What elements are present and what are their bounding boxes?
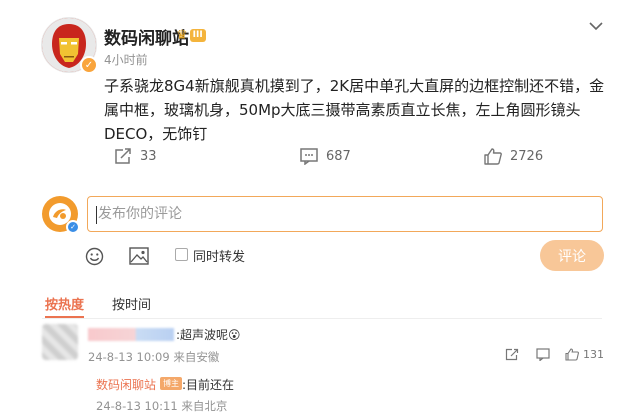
submit-comment-button[interactable]: 评论: [540, 240, 604, 271]
like-button[interactable]: 2726: [484, 148, 543, 165]
reply-text: :目前还在: [182, 378, 235, 392]
repost-icon: [115, 148, 131, 164]
commenter-name-redacted[interactable]: [88, 328, 174, 341]
thumbs-up-icon: [565, 348, 579, 361]
repost-checkbox[interactable]: [175, 248, 188, 261]
reply-author[interactable]: 数码闲聊站: [96, 376, 156, 393]
thumbs-up-icon: [484, 148, 502, 165]
comment-like-count: 131: [583, 348, 604, 361]
reply-date: 24-8-13 10:11: [96, 399, 178, 413]
comment-button[interactable]: 687: [300, 148, 351, 165]
commenter-avatar[interactable]: [42, 324, 78, 360]
comment-repost-icon[interactable]: [505, 348, 519, 361]
comment-reply-icon[interactable]: [536, 348, 550, 361]
comment-source: 来自安徽: [173, 350, 220, 364]
reply-source: 来自北京: [181, 399, 228, 413]
comment-input[interactable]: [87, 196, 603, 232]
like-count: 2726: [510, 149, 544, 164]
post-text: 子系骁龙8G4新旗舰真机摸到了，2K居中单孔大直屏的边框控制还不错，金属中框，玻…: [104, 77, 605, 143]
verified-badge-icon: ✓: [80, 56, 98, 74]
sort-by-hot-tab[interactable]: 按热度: [45, 294, 84, 313]
repost-button[interactable]: 33: [114, 148, 157, 165]
sort-by-time-tab[interactable]: 按时间: [112, 294, 151, 313]
comment-count: 687: [326, 149, 351, 164]
crown-icon: ♛: [176, 27, 188, 43]
comment-icon: [300, 148, 318, 165]
image-icon[interactable]: [129, 246, 149, 266]
comment-meta: 24-8-13 10:09 来自安徽: [88, 349, 219, 365]
emoji-icon[interactable]: [84, 246, 104, 266]
repost-count: 33: [140, 149, 157, 164]
repost-label[interactable]: 同时转发: [193, 246, 245, 265]
vip-level: III: [189, 28, 206, 42]
blogger-badge: 博主: [160, 377, 182, 390]
comment-date: 24-8-13 10:09: [88, 350, 170, 364]
divider: [42, 318, 602, 319]
reply-meta: 24-8-13 10:11 来自北京: [96, 398, 227, 414]
post-time[interactable]: 4小时前: [104, 51, 148, 68]
comment-text: :超声波呢😮: [176, 328, 241, 342]
comment-like-button[interactable]: 131: [565, 348, 604, 361]
text-caret: [96, 206, 97, 224]
verified-check-icon: ✓: [66, 220, 80, 234]
vip-badge[interactable]: ♛ III: [176, 27, 210, 43]
chevron-down-icon[interactable]: [586, 16, 606, 36]
